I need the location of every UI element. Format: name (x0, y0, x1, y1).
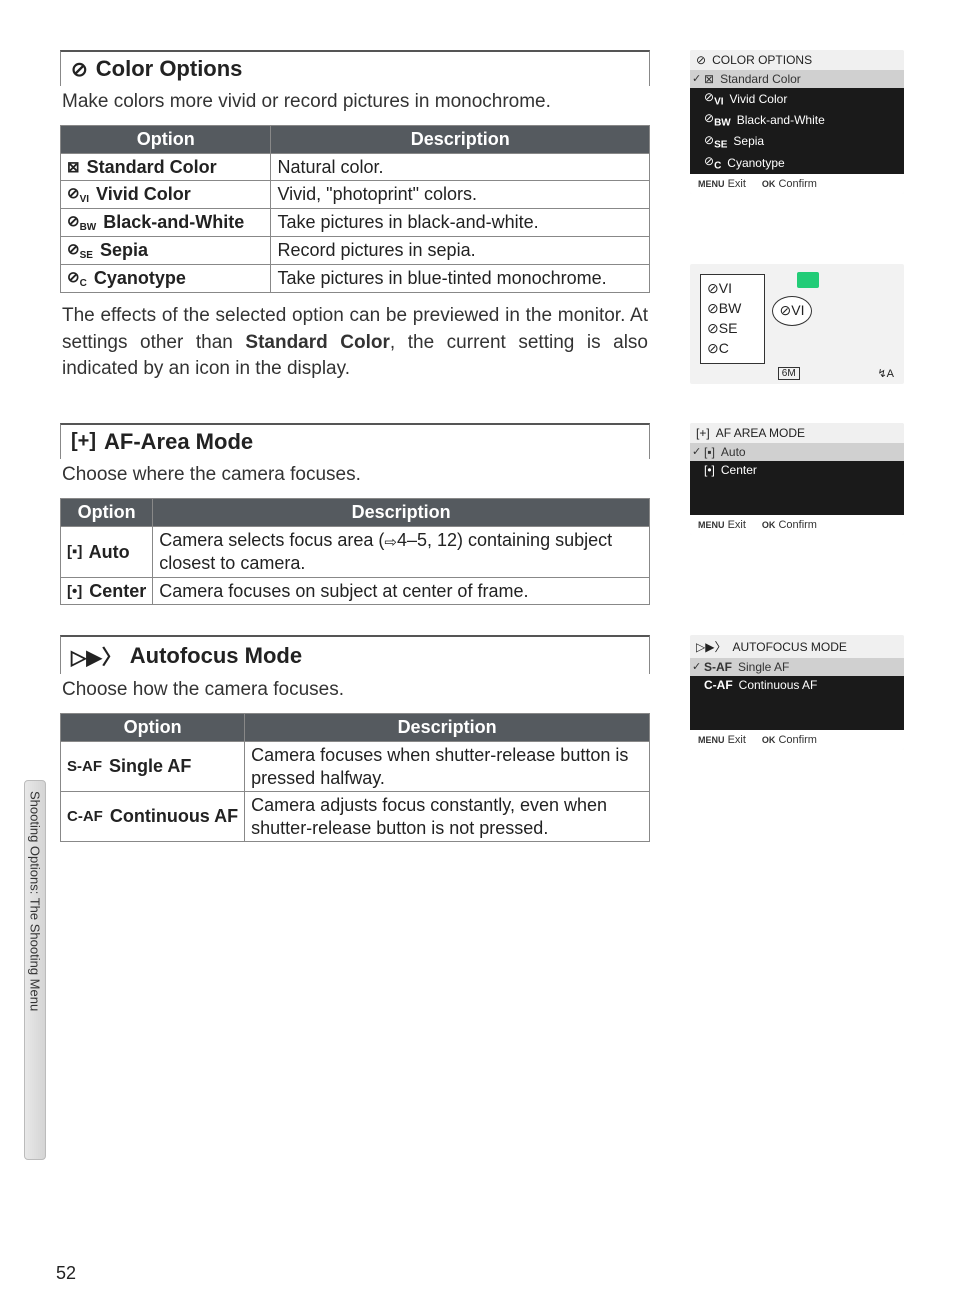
section-header-af: ▷▶〉 Autofocus Mode (60, 635, 650, 674)
screen-exit: Exit (728, 519, 746, 531)
bw-icon: ⊘BW (67, 213, 96, 235)
th-description: Description (271, 125, 650, 153)
preview-flash-icon: ↯A (877, 367, 894, 380)
opt-desc: Camera focuses on subject at center of f… (153, 577, 650, 605)
table-row: [▪] Auto Camera selects focus area (⇨4–5… (61, 526, 650, 577)
page-number: 52 (56, 1263, 76, 1284)
sepia-icon: ⊘SE (67, 241, 93, 263)
opt-label: Black-and-White (103, 212, 244, 232)
screen-title: AUTOFOCUS MODE (732, 640, 846, 654)
screen-icon: [+] (696, 426, 710, 440)
table-row: ⊘BW Black-and-White Take pictures in bla… (61, 209, 650, 237)
section-header-afarea: [+] AF-Area Mode (60, 423, 650, 459)
opt-label: Vivid Color (96, 184, 191, 204)
screen-confirm: Confirm (778, 519, 817, 531)
camera-screen-autofocus: ▷▶〉AUTOFOCUS MODE S-AFSingle AF C-AFCont… (690, 635, 904, 750)
afarea-table: Option Description [▪] Auto Camera selec… (60, 498, 650, 606)
screen-confirm: Confirm (778, 734, 817, 746)
camera-mode-icon (797, 272, 819, 288)
preview-icon: ⊘C (707, 340, 729, 357)
vivid-color-icon: ⊘VI (67, 185, 89, 207)
section-title: Autofocus Mode (130, 643, 302, 669)
opt-label: Standard Color (87, 157, 217, 177)
screen-item: Auto (721, 445, 746, 459)
opt-label: Single AF (109, 756, 191, 776)
auto-area-icon: [▪] (67, 543, 82, 562)
standard-color-icon: ⊠ (67, 159, 80, 178)
table-row: ⊘C Cyanotype Take pictures in blue-tinte… (61, 265, 650, 293)
screen-icon: ⊘ (696, 53, 706, 67)
camera-screen-color: ⊘COLOR OPTIONS ⊠Standard Color ⊘VIVivid … (690, 50, 904, 194)
screen-exit: Exit (728, 734, 746, 746)
screen-item: Black-and-White (737, 113, 825, 127)
opt-label: Center (89, 581, 146, 601)
autofocus-table: Option Description S-AF Single AF Camera… (60, 713, 650, 842)
cyanotype-icon: ⊘C (67, 269, 87, 291)
preview-icon: ⊘SE (707, 320, 737, 337)
th-description: Description (153, 498, 650, 526)
opt-desc: Camera adjusts focus constantly, even wh… (245, 792, 650, 842)
table-row: S-AF Single AF Camera focuses when shutt… (61, 742, 650, 792)
preview-monitor: ⊘VI ⊘BW ⊘SE ⊘C ⊘VI 6M ↯A (690, 264, 904, 384)
screen-title: AF AREA MODE (716, 426, 805, 440)
autofocus-icon: ▷▶〉 (71, 641, 122, 670)
page-link-icon: ⇨ (384, 534, 397, 553)
table-row: [•] Center Camera focuses on subject at … (61, 577, 650, 605)
preview-icon: ⊘BW (707, 300, 741, 317)
side-tab: Shooting Options: The Shooting Menu (24, 780, 46, 1160)
opt-label: Sepia (100, 240, 148, 260)
screen-item: Vivid Color (730, 92, 788, 106)
section-desc: Choose where the camera focuses. (60, 459, 650, 498)
preview-size-badge: 6M (778, 367, 800, 380)
preview-icon: ⊘VI (707, 280, 732, 297)
screen-item: Sepia (733, 134, 764, 148)
opt-label: Cyanotype (94, 268, 186, 288)
opt-desc: Take pictures in black-and-white. (271, 209, 650, 237)
opt-label: Auto (89, 542, 130, 562)
preview-callout: ⊘VI (772, 296, 812, 326)
continuous-af-icon: C-AF (67, 808, 103, 827)
section-title: Color Options (96, 56, 243, 82)
color-options-table: Option Description ⊠ Standard Color Natu… (60, 125, 650, 294)
screen-item: Single AF (738, 660, 789, 674)
screen-item: Cyanotype (727, 156, 784, 170)
screen-item: Continuous AF (739, 678, 818, 692)
th-option: Option (61, 125, 271, 153)
screen-confirm: Confirm (778, 178, 817, 190)
screen-exit: Exit (728, 178, 746, 190)
screen-icon: ▷▶〉 (696, 638, 726, 655)
opt-label: Continuous AF (110, 806, 238, 826)
camera-screen-afarea: [+]AF AREA MODE [▪]Auto [•]Center MENU E… (690, 423, 904, 535)
opt-desc: Vivid, "photoprint" colors. (271, 181, 650, 209)
section-title: AF-Area Mode (104, 429, 253, 455)
opt-desc: Natural color. (271, 153, 650, 181)
table-row: ⊘SE Sepia Record pictures in sepia. (61, 237, 650, 265)
table-row: ⊠ Standard Color Natural color. (61, 153, 650, 181)
opt-desc: Camera focuses when shutter-release butt… (245, 742, 650, 792)
screen-item: Standard Color (720, 72, 801, 86)
th-option: Option (61, 498, 153, 526)
section-header-color: ⊘ Color Options (60, 50, 650, 86)
table-row: ⊘VI Vivid Color Vivid, "photoprint" colo… (61, 181, 650, 209)
screen-title: COLOR OPTIONS (712, 53, 812, 67)
th-option: Option (61, 714, 245, 742)
opt-desc: Take pictures in blue-tinted monochrome. (271, 265, 650, 293)
table-row: C-AF Continuous AF Camera adjusts focus … (61, 792, 650, 842)
color-below-text: The effects of the selected option can b… (60, 293, 650, 393)
color-options-icon: ⊘ (71, 57, 88, 82)
opt-desc: Record pictures in sepia. (271, 237, 650, 265)
opt-desc: Camera selects focus area (⇨4–5, 12) con… (153, 526, 650, 577)
section-desc: Make colors more vivid or record picture… (60, 86, 650, 125)
screen-item: Center (721, 463, 757, 477)
single-af-icon: S-AF (67, 758, 102, 777)
section-desc: Choose how the camera focuses. (60, 674, 650, 713)
afarea-icon: [+] (71, 430, 96, 453)
th-description: Description (245, 714, 650, 742)
center-area-icon: [•] (67, 583, 82, 602)
